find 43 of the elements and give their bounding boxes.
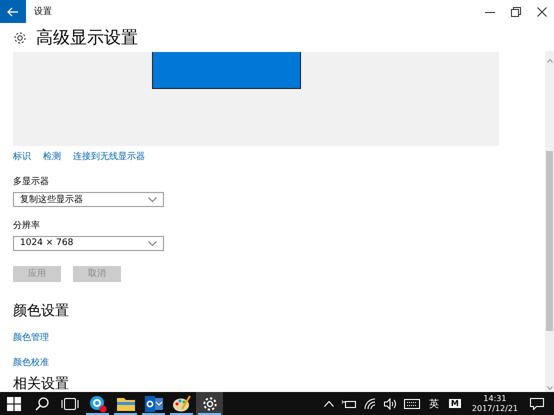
task-view-icon (60, 398, 78, 410)
ime-mode[interactable]: M (448, 399, 461, 408)
windows-icon (6, 396, 20, 410)
volume-icon[interactable] (384, 398, 396, 410)
gear-icon (13, 30, 27, 44)
window-title: 设置 (34, 6, 52, 18)
display-monitor[interactable] (152, 52, 300, 89)
gear-icon (202, 396, 218, 412)
close-icon (536, 6, 546, 16)
dropdown[interactable]: 1024 × 768 (13, 236, 164, 251)
clock-time[interactable]: 14:31 (483, 394, 506, 404)
page-title: 高级显示设置 (36, 27, 138, 49)
clock-date[interactable]: 2017/12/21 (472, 404, 518, 414)
search-icon (34, 396, 48, 410)
display-link[interactable]: 检测 (43, 150, 61, 163)
back-arrow-icon (7, 6, 19, 16)
palette-icon (172, 394, 190, 412)
section-heading: 相关设置 (13, 376, 69, 392)
chat-app-icon (88, 394, 106, 412)
mail-app-icon (144, 396, 162, 412)
dropdown[interactable]: 复制这些显示器 (13, 192, 164, 207)
scroll-down-icon (546, 386, 552, 390)
back-button[interactable] (0, 0, 26, 23)
wifi-icon[interactable] (364, 398, 376, 410)
section-heading: 颜色设置 (13, 302, 69, 319)
color-link[interactable]: 颜色管理 (13, 330, 49, 344)
chevron-icon (148, 240, 157, 246)
restore-icon (510, 6, 520, 16)
color-link[interactable]: 颜色校准 (13, 356, 49, 369)
taskbar-button[interactable] (196, 392, 223, 415)
display-link[interactable]: 连接到无线显示器 (73, 150, 145, 163)
battery-plug-icon[interactable] (342, 398, 356, 408)
input-language[interactable]: 英 (428, 396, 439, 410)
scroll-up-icon (546, 59, 552, 63)
chevron-icon (148, 197, 157, 202)
chevron-up-icon[interactable] (324, 400, 334, 406)
notification-icon[interactable] (530, 398, 544, 410)
field-label: 多显示器 (13, 176, 49, 188)
folder-icon (116, 396, 134, 411)
keyboard-icon[interactable] (404, 398, 420, 408)
display-link[interactable]: 标识 (13, 150, 31, 163)
field-label: 分辨率 (13, 220, 40, 232)
scrollbar[interactable] (545, 51, 554, 392)
